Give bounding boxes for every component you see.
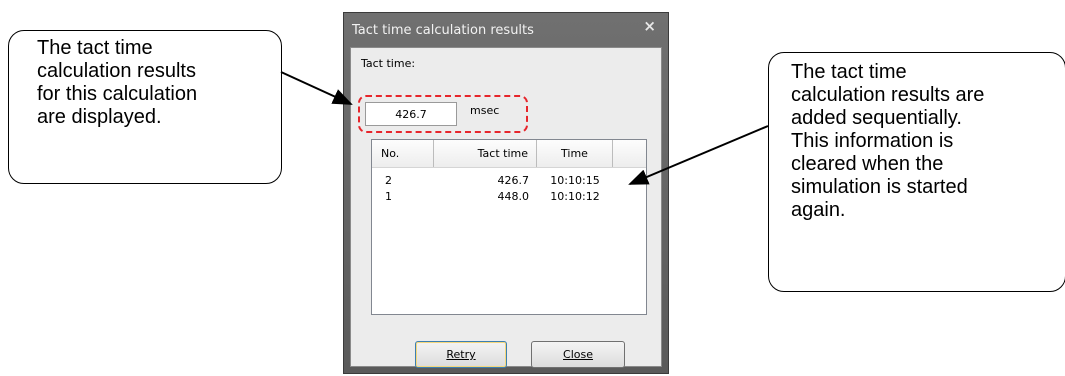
callout-history: The tact time calculation results are ad… [768,52,1065,292]
column-header-no[interactable]: No. [372,140,434,167]
retry-button-label: Retry [446,348,476,361]
results-list[interactable]: No. Tact time Time 2 426.7 10:10:15 1 44… [371,139,647,315]
table-row[interactable]: 2 426.7 10:10:15 [372,174,646,190]
arrow-left [280,71,353,105]
tact-time-value-field: 426.7 [365,102,457,126]
table-row[interactable]: 1 448.0 10:10:12 [372,190,646,206]
tact-time-dialog: Tact time calculation results × Tact tim… [343,12,669,374]
column-header-time-label: Time [561,147,588,160]
tact-time-value: 426.7 [395,107,427,121]
tact-time-label: Tact time: [361,57,416,70]
dialog-client-area: Tact time: 426.7 msec No. Tact time Time… [350,47,662,368]
close-button-label: Close [563,348,593,361]
dialog-titlebar[interactable]: Tact time calculation results × [344,13,668,47]
column-header-no-label: No. [381,147,400,160]
column-header-tact-time[interactable]: Tact time [434,140,537,167]
close-button[interactable]: Close [531,341,625,368]
close-icon[interactable]: × [643,17,656,35]
list-header: No. Tact time Time [372,140,646,168]
cell-tact-time: 448.0 [497,190,530,203]
callout-left-text: The tact time calculation results for th… [37,37,198,128]
unit-label: msec [470,104,500,117]
retry-button[interactable]: Retry [415,341,507,368]
callout-current-result: The tact time calculation results for th… [8,30,282,184]
cell-tact-time: 426.7 [497,174,530,187]
cell-time: 10:10:15 [550,174,600,187]
column-header-tact-label: Tact time [477,147,528,160]
callout-right-text: The tact time calculation results are ad… [791,61,985,221]
column-header-time[interactable]: Time [537,140,613,167]
cell-no: 2 [385,174,392,187]
dialog-title: Tact time calculation results [352,23,534,38]
cell-time: 10:10:12 [550,190,600,203]
cell-no: 1 [385,190,392,203]
